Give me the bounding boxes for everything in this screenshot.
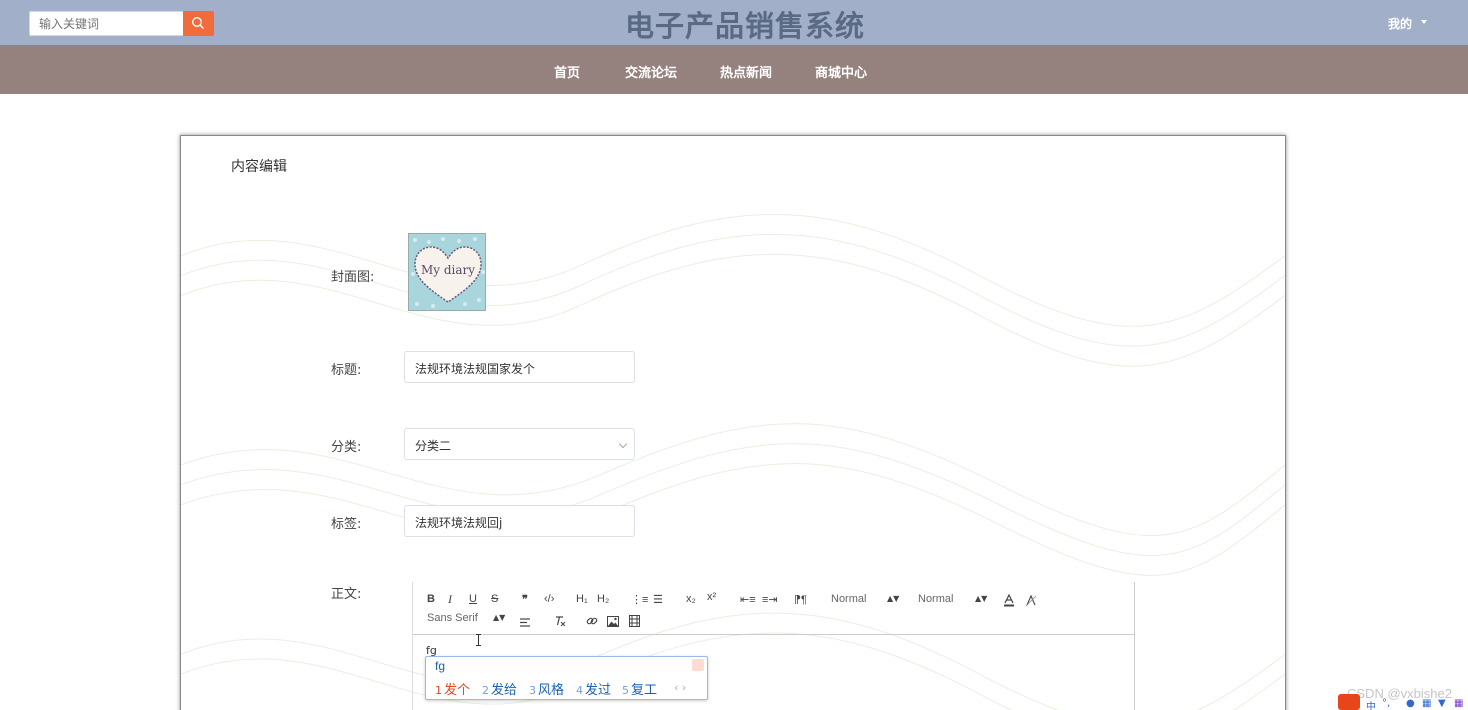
ime-pager[interactable]: ‹ › (674, 681, 686, 694)
main-nav: 首页 交流论坛 热点新闻 商城中心 (0, 45, 1468, 94)
outdent-button[interactable]: ⇤≡ (740, 593, 756, 606)
skin-icon[interactable]: ▼ (1438, 698, 1446, 709)
category-label: 分类: (331, 440, 362, 455)
text-cursor-icon (476, 634, 481, 646)
keyboard-icon[interactable]: ▦ (1422, 698, 1431, 709)
search-input[interactable] (29, 11, 184, 36)
background-color-icon[interactable] (1025, 592, 1037, 611)
nav-item-forum[interactable]: 交流论坛 (625, 62, 677, 81)
updown-icon: ▲▼ (975, 594, 988, 603)
section-title: 内容编辑 (231, 159, 287, 175)
category-select[interactable]: 分类二 (404, 428, 635, 460)
title-label: 标题: (331, 363, 362, 378)
indent-button[interactable]: ≡⇥ (762, 593, 778, 606)
ime-candidate[interactable]: 5 复工 (622, 679, 657, 698)
ime-toolbar: 中 °, ● ▦ ▼ ▦ (1338, 694, 1468, 710)
top-header: 电子产品销售系统 我的 (0, 0, 1468, 45)
nav-item-home[interactable]: 首页 (554, 62, 580, 81)
updown-icon: ▲▼ (887, 594, 900, 603)
user-menu[interactable]: 我的 (1388, 15, 1412, 32)
nav-item-news[interactable]: 热点新闻 (720, 62, 772, 81)
updown-icon: ▲▼ (493, 613, 506, 622)
ime-candidate-popup: fg 1 发个 2 发给 3 风格 4 发过 5 复工 ‹ › (425, 656, 708, 700)
bullet-list-button[interactable]: ☰ (653, 593, 663, 606)
align-icon[interactable] (519, 613, 531, 632)
video-icon[interactable] (629, 612, 640, 631)
cover-image[interactable]: My diary (408, 233, 486, 311)
site-title: 电子产品销售系统 (624, 9, 865, 43)
text-direction-button[interactable]: ⁋¶ (794, 593, 807, 606)
ime-input-text: fg (435, 659, 446, 673)
h1-button[interactable]: H₁ (576, 593, 588, 605)
ime-candidate[interactable]: 1 发个 (435, 679, 470, 698)
font-picker[interactable]: Sans Serif (427, 612, 478, 624)
subscript-button[interactable]: x₂ (686, 593, 696, 605)
category-value: 分类二 (415, 439, 452, 453)
cover-image-text: My diary (421, 263, 475, 277)
chevron-down-icon[interactable] (1421, 20, 1427, 24)
cover-label: 封面图: (331, 270, 375, 285)
search-button[interactable] (183, 11, 214, 36)
h2-button[interactable]: H₂ (597, 593, 609, 605)
tags-input[interactable]: 法规环境法规回j (404, 505, 635, 537)
tags-label: 标签: (331, 517, 362, 532)
text-color-icon[interactable] (1003, 592, 1015, 611)
code-block-button[interactable]: ‹/› (544, 593, 554, 605)
size-picker[interactable]: Normal (831, 593, 866, 605)
ime-candidate[interactable]: 4 发过 (576, 679, 611, 698)
chevron-down-icon (618, 439, 628, 449)
ime-candidate[interactable]: 3 风格 (529, 679, 564, 698)
superscript-button[interactable]: x² (707, 591, 716, 603)
content-edit-card: 内容编辑 封面图: My diary 标题: 法规环境法规国家发个 分类: 分类… (180, 135, 1286, 710)
editor-toolbar: B I U S ❞ ‹/› H₁ H₂ ⋮≡ ☰ x₂ x² ⇤≡ ≡⇥ ⁋¶ … (413, 582, 1134, 635)
link-icon[interactable] (586, 612, 598, 631)
clear-format-icon[interactable] (554, 612, 566, 631)
ime-logo-icon (692, 659, 704, 671)
blockquote-button[interactable]: ❞ (522, 593, 528, 606)
search-icon (191, 16, 204, 29)
title-input[interactable]: 法规环境法规国家发个 (404, 351, 635, 383)
body-label: 正文: (331, 587, 362, 602)
heart-icon: My diary (411, 237, 485, 308)
ime-candidate[interactable]: 2 发给 (482, 679, 517, 698)
strike-button[interactable]: S (491, 593, 498, 605)
ime-logo-icon[interactable] (1338, 694, 1360, 710)
bold-button[interactable]: B (427, 593, 435, 605)
italic-button[interactable]: I (448, 592, 452, 607)
image-icon[interactable] (607, 612, 619, 631)
microphone-icon[interactable]: ● (1406, 698, 1415, 709)
ime-lang-icon[interactable]: 中 (1366, 698, 1376, 710)
header-picker[interactable]: Normal (918, 593, 953, 605)
menu-icon[interactable]: ▦ (1454, 698, 1463, 709)
ime-punct-icon[interactable]: °, (1382, 698, 1390, 709)
underline-button[interactable]: U (469, 593, 477, 605)
ordered-list-button[interactable]: ⋮≡ (631, 593, 648, 606)
nav-item-mall[interactable]: 商城中心 (815, 62, 867, 81)
